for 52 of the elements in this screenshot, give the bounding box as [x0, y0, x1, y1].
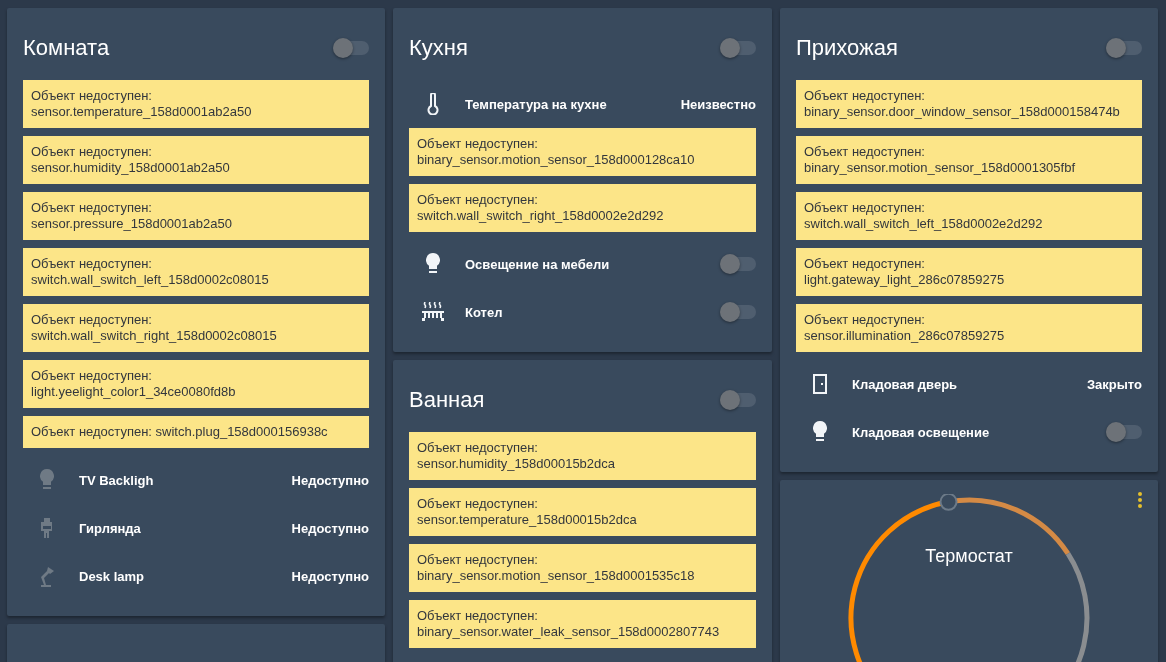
warning-message: Объект недоступен: sensor.illumination_286c07859275	[796, 304, 1142, 352]
entity-name[interactable]: Котел	[465, 304, 720, 320]
entity-state: Недоступно	[291, 568, 369, 584]
desk-lamp-icon	[38, 565, 56, 587]
toggle-switch[interactable]	[720, 393, 756, 407]
warning-message: Объект недоступен: switch.wall_switch_right_158d0002e2d292	[409, 184, 756, 232]
warning-message: Объект недоступен: switch.wall_switch_right_158d0002c08015	[23, 304, 369, 352]
entity-state: Закрыто	[1086, 376, 1142, 392]
toggle-switch[interactable]	[720, 41, 756, 55]
lightbulb-icon	[40, 469, 54, 491]
card-title: Прихожая	[796, 35, 898, 61]
warning-message: Объект недоступен: binary_sensor.motion_sensor_158d0001535c18	[409, 544, 756, 592]
warning-message: Объект недоступен: light.gateway_light_286c07859275	[796, 248, 1142, 296]
entity-state: Недоступно	[291, 520, 369, 536]
entity-name[interactable]: Кладовая дверь	[852, 376, 1087, 392]
thermostat-title: Термостат	[924, 546, 1014, 567]
warning-message: Объект недоступен: switch.wall_switch_left_158d0002e2d292	[796, 192, 1142, 240]
warning-message: Объект недоступен: binary_sensor.water_leak_sensor_158d0002807743	[409, 600, 756, 648]
card-title: Кухня	[409, 35, 468, 61]
warning-message: Объект недоступен: binary_sensor.door_window_sensor_158d000158474b	[796, 80, 1142, 128]
entity-name[interactable]: Температура на кухне	[465, 96, 681, 112]
warning-message: Объект недоступен: binary_sensor.motion_sensor_158d0001305fbf	[796, 136, 1142, 184]
toggle-switch[interactable]	[720, 305, 756, 319]
warning-message: Объект недоступен: sensor.temperature_158d00015b2dca	[409, 488, 756, 536]
warning-message: Объект недоступен: sensor.humidity_158d00015b2dca	[409, 432, 756, 480]
thermometer-icon	[427, 93, 439, 115]
entity-name[interactable]: Desk lamp	[79, 568, 292, 584]
warning-message: Объект недоступен: sensor.temperature_158d0001ab2a50	[23, 80, 369, 128]
warning-message: Объект недоступен: switch.wall_switch_left_158d0002c08015	[23, 248, 369, 296]
entity-name[interactable]: Кладовая освещение	[852, 424, 1106, 440]
more-options-icon[interactable]	[1138, 492, 1142, 508]
toggle-switch[interactable]	[1106, 425, 1142, 439]
warning-message: Объект недоступен: sensor.humidity_158d0001ab2a50	[23, 136, 369, 184]
warning-message: Объект недоступен: binary_sensor.motion_sensor_158d000128ca10	[409, 128, 756, 176]
entity-name[interactable]: Освещение на мебели	[465, 256, 720, 272]
entity-state: Неизвестно	[680, 96, 756, 112]
entity-name[interactable]: TV Backligh	[79, 472, 292, 488]
door-icon	[813, 374, 827, 394]
toggle-switch[interactable]	[720, 257, 756, 271]
radiator-icon	[422, 302, 444, 322]
toggle-switch[interactable]	[333, 41, 369, 55]
lightbulb-icon	[426, 253, 440, 275]
card-title: Комната	[23, 35, 110, 61]
entity-state: Недоступно	[291, 472, 369, 488]
warning-message: Объект недоступен: sensor.pressure_158d0001ab2a50	[23, 192, 369, 240]
lightbulb-icon	[813, 421, 827, 443]
toggle-switch[interactable]	[1106, 41, 1142, 55]
card-title: Ванная	[409, 387, 485, 413]
warning-message: Объект недоступен: switch.plug_158d000156938c	[23, 416, 369, 448]
warning-message: Объект недоступен: light.yeelight_color1_34ce0080fd8b	[23, 360, 369, 408]
plug-icon	[40, 518, 54, 538]
entity-name[interactable]: Гирлянда	[79, 520, 292, 536]
